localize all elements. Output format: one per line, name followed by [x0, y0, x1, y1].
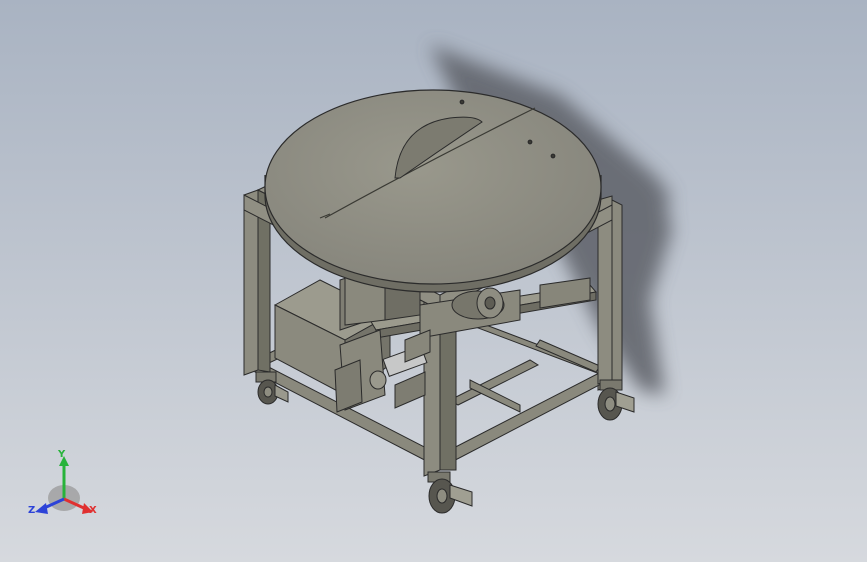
orientation-triad[interactable]: [35, 456, 93, 514]
triad-y-label: Y: [58, 449, 66, 460]
table-saw-assembly-model[interactable]: [0, 0, 867, 562]
triad-z-arrow: [35, 503, 48, 514]
round-tabletop: [264, 89, 602, 293]
cad-viewport[interactable]: Y X Z: [0, 0, 867, 562]
triad-z-label: Z: [28, 505, 36, 516]
triad-x-label: X: [89, 505, 97, 516]
caster-right: [597, 379, 635, 421]
caster-front: [427, 471, 473, 514]
